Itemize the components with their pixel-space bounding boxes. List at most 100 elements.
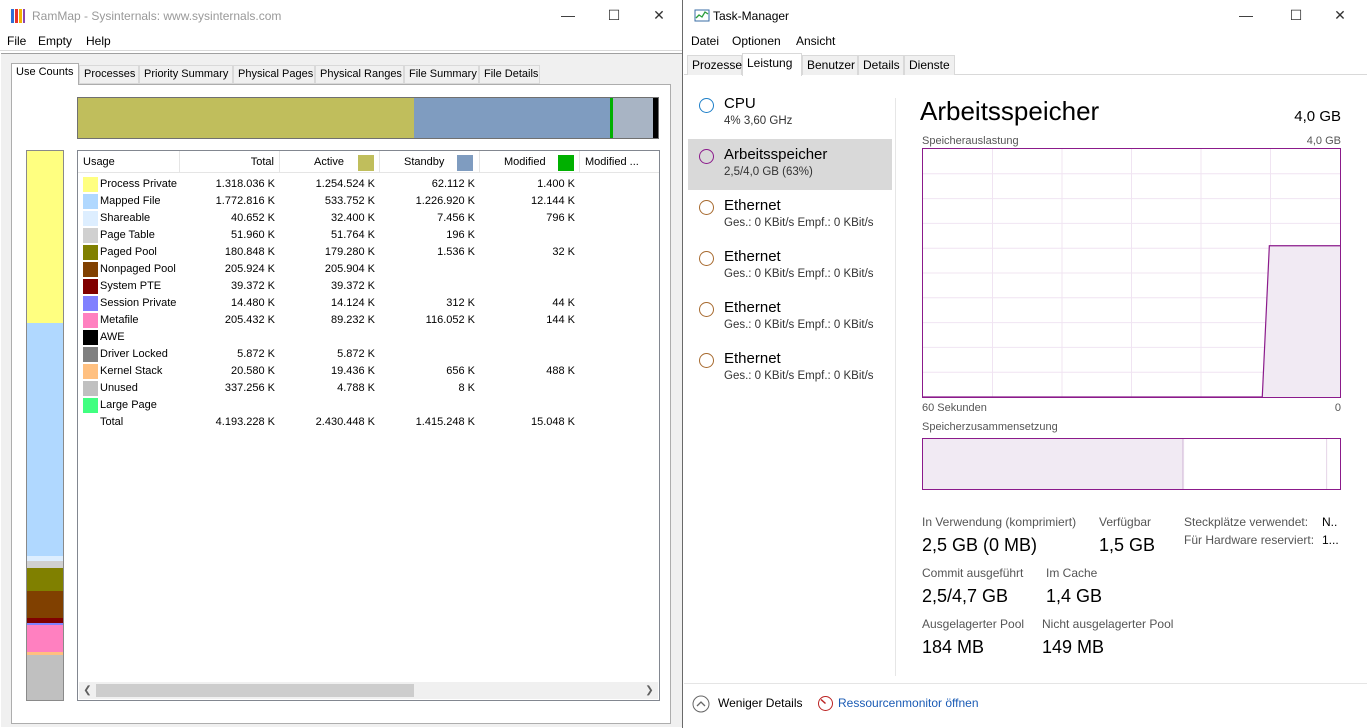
maximize-button[interactable]: ☐ (1273, 0, 1319, 31)
table-row[interactable]: Total 4.193.228 K 2.430.448 K 1.415.248 K 15… (78, 414, 659, 431)
row-color-swatch (83, 381, 98, 396)
table-row[interactable]: AWE (78, 329, 659, 346)
row-total-value: 51.960 K (230, 229, 275, 241)
row-active-value: 2.430.448 K (315, 416, 375, 428)
row-total-value: 205.924 K (224, 263, 275, 275)
menu-optionen[interactable]: Optionen (732, 34, 781, 48)
usage-segment-nonpaged-pool (27, 591, 63, 619)
chevron-up-icon (692, 695, 710, 713)
status-circle-icon (699, 302, 714, 317)
nonpaged-pool-value: 149 MB (1042, 637, 1105, 657)
tab-prozesse[interactable]: Prozesse (687, 55, 742, 75)
table-row[interactable]: Large Page (78, 397, 659, 414)
row-color-swatch (83, 194, 98, 209)
usage-chart-label: Speicherauslastung (922, 135, 1019, 147)
sidebar-item-subtitle: 4% 3,60 GHz (724, 115, 793, 127)
col-modified[interactable]: Modified (480, 151, 580, 173)
tab-processes[interactable]: Processes (79, 65, 139, 84)
row-standby-value: 7.456 K (437, 212, 475, 224)
col-modified-no-write[interactable]: Modified ... (580, 151, 659, 173)
usage-segment-metafile (27, 624, 63, 652)
table-row[interactable]: Paged Pool 180.848 K 179.280 K 1.536 K 32 K (78, 244, 659, 261)
tab-details[interactable]: Details (858, 55, 904, 75)
sidebar-item-ethernet[interactable]: Ethernet Ges.: 0 KBit/s Empf.: 0 KBit/s (688, 241, 892, 292)
tab-physical-pages[interactable]: Physical Pages (233, 65, 315, 84)
maximize-button[interactable]: ☐ (591, 0, 637, 31)
table-row[interactable]: Shareable 40.652 K 32.400 K 7.456 K 796 K (78, 210, 659, 227)
tab-benutzer[interactable]: Benutzer (802, 55, 858, 75)
row-modified-value: 15.048 K (530, 416, 575, 428)
sidebar-item-ethernet[interactable]: Ethernet Ges.: 0 KBit/s Empf.: 0 KBit/s (688, 190, 892, 241)
col-total[interactable]: Total (180, 151, 280, 173)
menu-datei[interactable]: Datei (691, 34, 719, 48)
rammap-titlebar[interactable]: RamMap - Sysinternals: www.sysinternals.… (0, 0, 682, 31)
row-total-value: 1.318.036 K (215, 178, 275, 190)
menu-ansicht[interactable]: Ansicht (796, 34, 835, 48)
resource-monitor-link[interactable]: Ressourcenmonitor öffnen (817, 694, 987, 714)
tab-physical-ranges[interactable]: Physical Ranges (315, 65, 404, 84)
table-row[interactable]: Session Private 14.480 K 14.124 K 312 K 44 K (78, 295, 659, 312)
row-active-value: 14.124 K (330, 297, 375, 309)
close-button[interactable]: ✕ (636, 0, 682, 31)
col-usage[interactable]: Usage (78, 151, 180, 173)
menu-empty[interactable]: Empty (38, 34, 72, 48)
menu-file[interactable]: File (7, 34, 26, 48)
col-standby[interactable]: Standby (380, 151, 480, 173)
rammap-app-icon (11, 9, 25, 23)
table-row[interactable]: Metafile 205.432 K 89.232 K 116.052 K 144 K (78, 312, 659, 329)
close-button[interactable]: ✕ (1317, 0, 1363, 31)
composition-segment-in-use[interactable] (923, 439, 1183, 489)
tab-use-counts[interactable]: Use Counts (11, 63, 79, 85)
usage-vertical-bar (26, 150, 64, 701)
table-row[interactable]: Unused 337.256 K 4.788 K 8 K (78, 380, 659, 397)
tab-leistung[interactable]: Leistung (742, 53, 802, 76)
scrollbar-thumb[interactable] (96, 684, 414, 697)
scroll-right-icon[interactable]: ❯ (641, 682, 658, 699)
tab-priority-summary[interactable]: Priority Summary (139, 65, 233, 84)
memory-composition-bar (922, 438, 1341, 490)
sidebar-item-cpu[interactable]: CPU 4% 3,60 GHz (688, 88, 892, 139)
usage-segment-process-private (27, 151, 63, 324)
table-row[interactable]: Kernel Stack 20.580 K 19.436 K 656 K 488 K (78, 363, 659, 380)
hw-reserved-value: 1... (1322, 533, 1339, 547)
row-active-value: 533.752 K (324, 195, 375, 207)
table-row[interactable]: Driver Locked 5.872 K 5.872 K (78, 346, 659, 363)
sidebar-item-subtitle: Ges.: 0 KBit/s Empf.: 0 KBit/s (724, 217, 874, 229)
total-memory: 4,0 GB (1294, 108, 1341, 125)
overview-segment-modified-no-write (612, 98, 654, 138)
horizontal-scrollbar[interactable]: ❮ ❯ (79, 682, 658, 699)
table-row[interactable]: Process Private 1.318.036 K 1.254.524 K 62.… (78, 176, 659, 193)
table-row[interactable]: Page Table 51.960 K 51.764 K 196 K (78, 227, 659, 244)
row-total-value: 5.872 K (237, 348, 275, 360)
fewer-details-button[interactable]: Weniger Details (692, 694, 812, 714)
row-standby-value: 656 K (446, 365, 475, 377)
row-usage-name: Paged Pool (100, 246, 157, 258)
taskman-titlebar[interactable]: Task-Manager — ☐ ✕ (684, 0, 1367, 31)
tab-file-summary[interactable]: File Summary (404, 65, 479, 84)
window-title: Task-Manager (713, 9, 790, 23)
composition-segment-standby[interactable] (1184, 439, 1328, 489)
overview-segment-standby (414, 98, 611, 138)
composition-segment-free[interactable] (1327, 439, 1340, 489)
sidebar-item-ethernet[interactable]: Ethernet Ges.: 0 KBit/s Empf.: 0 KBit/s (688, 292, 892, 343)
scroll-left-icon[interactable]: ❮ (79, 682, 96, 699)
sidebar-item-arbeitsspeicher[interactable]: Arbeitsspeicher 2,5/4,0 GB (63%) (688, 139, 892, 190)
status-circle-icon (699, 353, 714, 368)
table-row[interactable]: Nonpaged Pool 205.924 K 205.904 K (78, 261, 659, 278)
row-total-value: 1.772.816 K (215, 195, 275, 207)
table-row[interactable]: Mapped File 1.772.816 K 533.752 K 1.226.920… (78, 193, 659, 210)
minimize-button[interactable]: — (545, 0, 591, 31)
row-standby-value: 312 K (446, 297, 475, 309)
row-modified-value: 488 K (546, 365, 575, 377)
page-title: Arbeitsspeicher (920, 96, 1100, 126)
minimize-button[interactable]: — (1223, 0, 1269, 31)
col-active[interactable]: Active (280, 151, 380, 173)
menu-help[interactable]: Help (86, 34, 111, 48)
sidebar-item-ethernet[interactable]: Ethernet Ges.: 0 KBit/s Empf.: 0 KBit/s (688, 343, 892, 394)
row-active-value: 32.400 K (330, 212, 375, 224)
tab-file-details[interactable]: File Details (479, 65, 540, 84)
tab-dienste[interactable]: Dienste (904, 55, 955, 75)
row-total-value: 205.432 K (224, 314, 275, 326)
row-color-swatch (83, 398, 98, 413)
table-row[interactable]: System PTE 39.372 K 39.372 K (78, 278, 659, 295)
